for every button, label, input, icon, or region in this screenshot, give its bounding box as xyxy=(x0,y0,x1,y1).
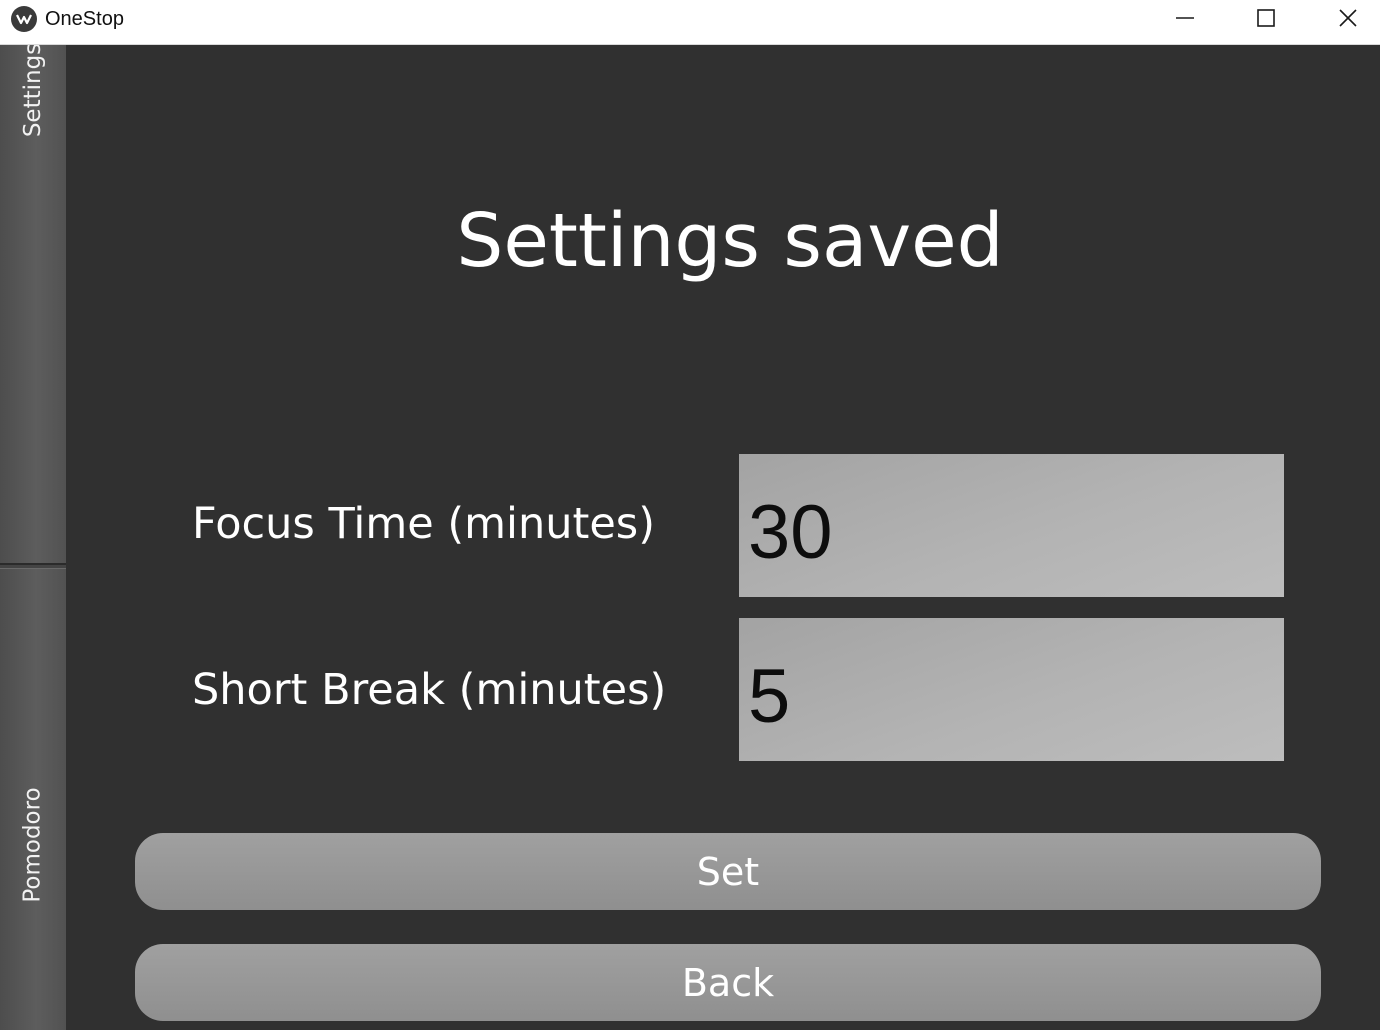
window-title: OneStop xyxy=(45,8,124,30)
page-title: Settings saved xyxy=(456,198,1004,284)
tab-settings-label: Settings xyxy=(20,45,46,138)
short-break-label: Short Break (minutes) xyxy=(192,665,667,715)
focus-time-input[interactable] xyxy=(739,454,1284,597)
window-titlebar: OneStop xyxy=(0,0,1380,45)
close-icon xyxy=(1339,9,1357,27)
tab-pomodoro[interactable]: Pomodoro xyxy=(0,568,66,1030)
set-button[interactable]: Set xyxy=(135,833,1321,910)
close-button[interactable] xyxy=(1313,0,1380,36)
app-body: Settings Pomodoro Settings saved Focus T… xyxy=(0,45,1380,1030)
side-tab-strip: Settings Pomodoro xyxy=(0,45,66,1030)
maximize-icon xyxy=(1257,9,1275,27)
tab-settings[interactable]: Settings xyxy=(0,45,66,565)
focus-time-label: Focus Time (minutes) xyxy=(192,499,655,549)
back-button[interactable]: Back xyxy=(135,944,1321,1021)
short-break-input[interactable] xyxy=(739,618,1284,761)
minimize-icon xyxy=(1176,17,1194,19)
minimize-button[interactable] xyxy=(1150,0,1220,36)
maximize-button[interactable] xyxy=(1231,0,1301,36)
tab-pomodoro-label: Pomodoro xyxy=(20,787,47,903)
kivy-logo-icon xyxy=(11,6,37,32)
